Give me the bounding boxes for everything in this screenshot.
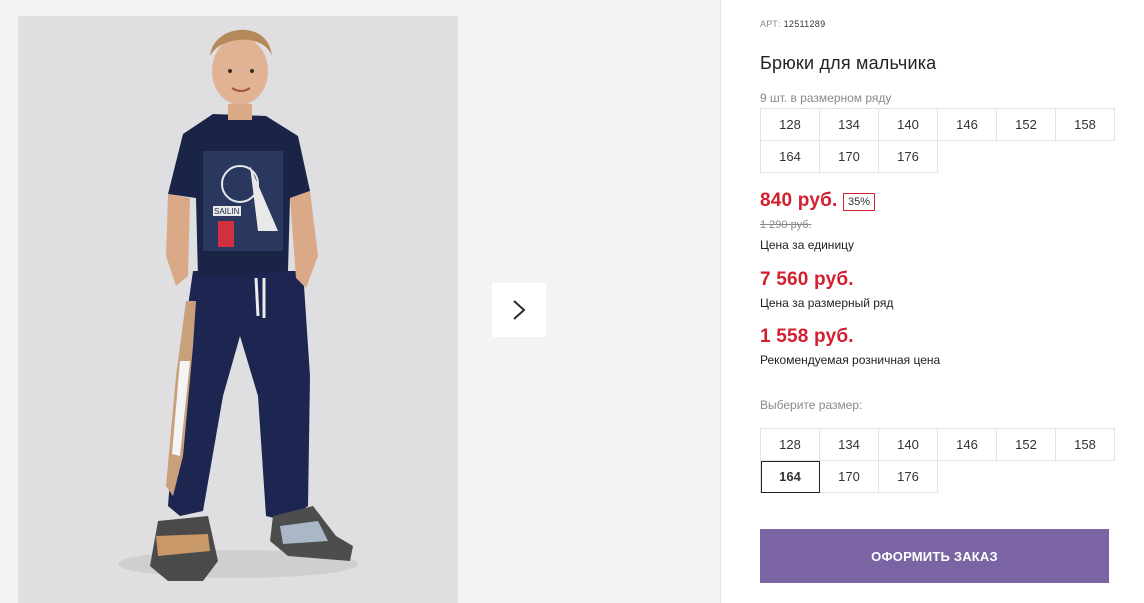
product-title: Брюки для мальчика <box>760 53 937 73</box>
article-label: АРТ: <box>760 19 781 29</box>
unit-price-caption: Цена за единицу <box>760 238 855 252</box>
size-option[interactable]: 164 <box>761 461 820 493</box>
size-option[interactable]: 140 <box>879 429 938 461</box>
svg-text:SAILIN: SAILIN <box>214 207 240 216</box>
size-row-cell: 176 <box>879 141 938 173</box>
chevron-right-icon <box>513 300 526 320</box>
size-row-cell: 170 <box>820 141 879 173</box>
size-option[interactable]: 176 <box>879 461 938 493</box>
size-row-cell: 152 <box>997 109 1056 141</box>
size-option[interactable]: 128 <box>761 429 820 461</box>
retail-price: 1 558 руб. <box>760 326 854 347</box>
row-price-caption: Цена за размерный ряд <box>760 296 894 310</box>
size-option[interactable]: 170 <box>820 461 879 493</box>
panel-divider <box>720 0 721 603</box>
product-photo[interactable]: SAILIN <box>18 16 458 603</box>
article-number: 12511289 <box>783 19 826 29</box>
old-price: 1 290 руб. <box>760 219 812 231</box>
discount-badge: 35% <box>843 193 876 211</box>
size-row-cell: 128 <box>761 109 820 141</box>
row-price: 7 560 руб. <box>760 269 854 290</box>
size-row-cell: 164 <box>761 141 820 173</box>
size-option[interactable]: 158 <box>1056 429 1115 461</box>
choose-size-label: Выберите размер: <box>760 398 863 412</box>
gallery-next-button[interactable] <box>492 283 546 337</box>
size-option[interactable]: 134 <box>820 429 879 461</box>
boy-model-illustration: SAILIN <box>18 16 458 603</box>
size-row-cell: 134 <box>820 109 879 141</box>
size-row-cell: 140 <box>879 109 938 141</box>
size-option[interactable]: 146 <box>938 429 997 461</box>
size-row-cell: 158 <box>1056 109 1115 141</box>
product-gallery: SAILIN <box>0 0 720 603</box>
size-selector: 128 134 140 146 152 158 164 170 176 <box>760 428 1115 493</box>
size-row-cell: 146 <box>938 109 997 141</box>
unit-price: 840 руб. <box>760 190 838 211</box>
article: АРТ: 12511289 <box>760 19 825 29</box>
retail-price-caption: Рекомендуемая розничная цена <box>760 353 941 367</box>
size-option[interactable]: 152 <box>997 429 1056 461</box>
pack-note: 9 шт. в размерном ряду <box>760 91 892 105</box>
order-button[interactable]: ОФОРМИТЬ ЗАКАЗ <box>760 529 1109 583</box>
size-row-grid: 128 134 140 146 152 158 164 170 176 <box>760 108 1115 173</box>
